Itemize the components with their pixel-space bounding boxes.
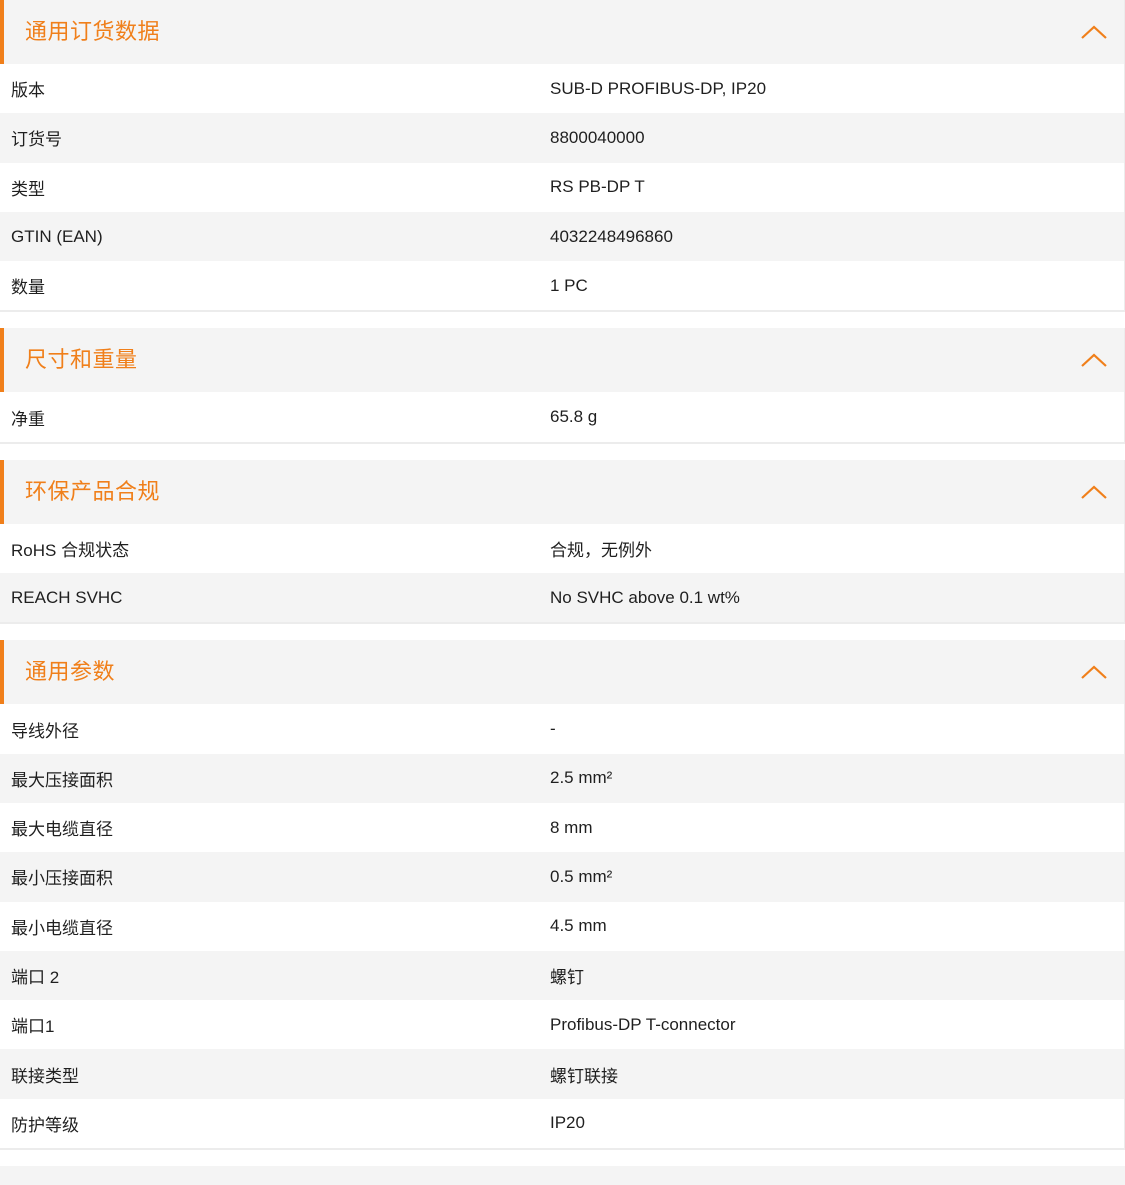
section-general-parameters: 通用参数 导线外径 - 最大压接面积 2.5 mm² 最大电缆直径 8 mm 最… [0,640,1125,1151]
table-row: REACH SVHC No SVHC above 0.1 wt% [0,573,1124,623]
section-dimensions-weight: 尺寸和重量 净重 65.8 g [0,328,1125,444]
table-row: GTIN (EAN) 4032248496860 [0,211,1124,262]
row-value: 2.5 mm² [550,768,613,788]
row-label: 版本 [11,81,45,101]
spec-page: 通用订货数据 版本 SUB-D PROFIBUS-DP, IP20 订货号 88… [0,0,1125,1185]
section-gap [0,1150,1125,1167]
row-label: REACH SVHC [11,587,123,607]
table-row: 数量 1 PC [0,261,1124,311]
section-gap [0,624,1125,641]
row-value: Profibus-DP T-connector [550,1014,736,1034]
section-gap [0,312,1125,329]
table-row: 最小电缆直径 4.5 mm [0,901,1124,951]
row-value: 4032248496860 [550,226,673,246]
row-label: 导线外径 [11,721,79,741]
row-value: SUB-D PROFIBUS-DP, IP20 [550,78,767,98]
section-header-general-parameters[interactable]: 通用参数 [0,640,1124,705]
row-label: GTIN (EAN) [11,226,103,246]
row-value: 0.5 mm² [550,866,613,886]
row-value: - [550,719,556,739]
row-label: 类型 [11,179,45,199]
table-row: 最小压接面积 0.5 mm² [0,852,1124,902]
table-row: 最大压接面积 2.5 mm² [0,753,1124,803]
row-value: 65.8 g [550,407,598,427]
section-gap [0,443,1125,460]
table-row: 最大电缆直径 8 mm [0,802,1124,853]
chevron-up-icon[interactable] [1080,23,1108,41]
table-row: 净重 65.8 g [0,392,1124,442]
table-row: 导线外径 - [0,704,1124,754]
table-row: 版本 SUB-D PROFIBUS-DP, IP20 [0,64,1124,114]
section-header-dimensions-weight[interactable]: 尺寸和重量 [0,328,1124,393]
row-value: 螺钉 [550,968,584,987]
chevron-up-icon[interactable] [1080,351,1108,369]
row-label: 端口1 [11,1017,55,1037]
row-label: 净重 [11,409,45,429]
row-label: 端口 2 [11,968,60,987]
row-value: 4.5 mm [550,916,607,936]
row-label: 联接类型 [11,1066,79,1086]
table-row: RoHS 合规状态 合规，无例外 [0,523,1124,574]
row-label: 最大电缆直径 [11,820,113,840]
table-row: 防护等级 IP20 [0,1098,1124,1149]
next-section-header-partial [0,1166,1125,1185]
section-header-environmental-compliance[interactable]: 环保产品合规 [0,459,1124,524]
row-label: 最小电缆直径 [11,918,113,938]
row-label: 防护等级 [11,1115,79,1135]
row-value: 8 mm [550,817,593,837]
chevron-up-icon[interactable] [1080,483,1108,501]
row-value: IP20 [550,1113,585,1133]
section-environmental-compliance: 环保产品合规 RoHS 合规状态 合规，无例外 REACH SVHC No SV… [0,459,1125,625]
section-title: 环保产品合规 [25,478,161,504]
section-title: 通用参数 [25,659,116,685]
row-value: 螺钉联接 [550,1066,618,1086]
row-value: 合规，无例外 [550,540,652,560]
row-value: No SVHC above 0.1 wt% [550,587,740,607]
row-value: 1 PC [550,275,588,295]
row-value: RS PB-DP T [550,177,645,197]
row-label: 数量 [11,278,45,298]
row-label: 最小压接面积 [11,869,113,889]
row-label: 最大压接面积 [11,770,113,790]
row-label: 订货号 [11,130,62,150]
section-header-general-ordering-data[interactable]: 通用订货数据 [0,0,1124,64]
row-label: RoHS 合规状态 [11,540,130,560]
row-value: 8800040000 [550,127,645,147]
chevron-up-icon[interactable] [1080,663,1108,681]
table-row: 端口 2 螺钉 [0,950,1124,1001]
section-general-ordering-data: 通用订货数据 版本 SUB-D PROFIBUS-DP, IP20 订货号 88… [0,0,1125,313]
table-row: 联接类型 螺钉联接 [0,1049,1124,1099]
section-title: 尺寸和重量 [25,347,138,373]
table-row: 订货号 8800040000 [0,113,1124,163]
table-row: 端口1 Profibus-DP T-connector [0,1000,1124,1050]
section-title: 通用订货数据 [25,19,161,44]
table-row: 类型 RS PB-DP T [0,162,1124,212]
